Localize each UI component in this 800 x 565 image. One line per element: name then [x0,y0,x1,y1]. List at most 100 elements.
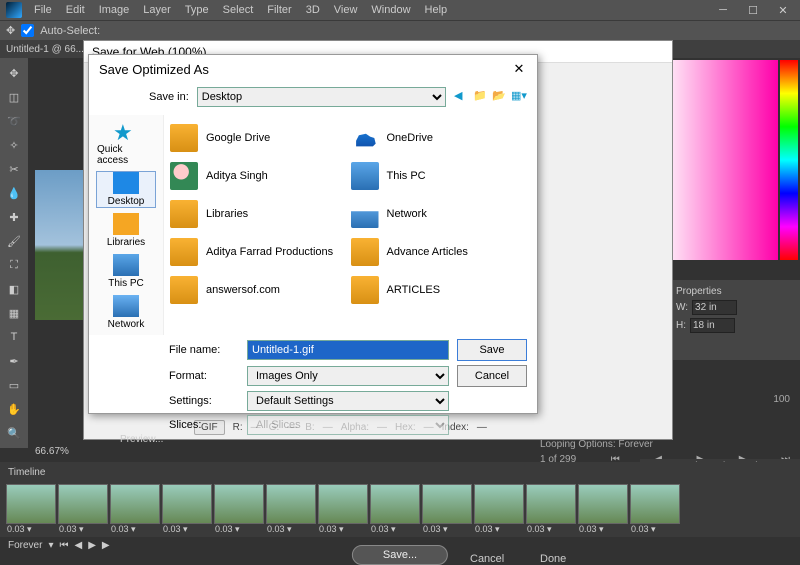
menu-type[interactable]: Type [179,2,215,18]
up-icon[interactable]: 📁 [473,89,489,105]
pen-tool[interactable]: ✒ [0,350,28,372]
menu-filter[interactable]: Filter [261,2,297,18]
timeline-frame[interactable]: 0.03 ▾ [162,484,212,524]
frame-time[interactable]: 0.03 ▾ [371,524,396,535]
eyedropper-tool[interactable]: 💧 [0,182,28,204]
menu-select[interactable]: Select [217,2,260,18]
file-item[interactable]: This PC [351,157,532,195]
minimize-button[interactable]: ─ [708,0,738,20]
tl-prev-icon[interactable]: ◀ [74,540,82,551]
frame-time[interactable]: 0.03 ▾ [631,524,656,535]
cancel-button[interactable]: Cancel [457,365,527,387]
timeline-frame[interactable]: 0.03 ▾ [214,484,264,524]
file-item[interactable]: Aditya Singh [170,157,351,195]
menu-view[interactable]: View [328,2,364,18]
newfolder-icon[interactable]: 📂 [492,89,508,105]
zoom-tool[interactable]: 🔍 [0,422,28,444]
hand-tool[interactable]: ✋ [0,398,28,420]
frame-time[interactable]: 0.03 ▾ [59,524,84,535]
frame-time[interactable]: 0.03 ▾ [7,524,32,535]
filename-input[interactable] [247,340,449,360]
marquee-tool[interactable]: ◫ [0,86,28,108]
format-select[interactable]: Images Only [247,366,449,386]
zoom-level[interactable]: 66.67% [35,446,69,457]
move-tool[interactable]: ✥ [0,62,28,84]
tl-next-icon[interactable]: ▶ [102,540,110,551]
save-button[interactable]: Save [457,339,527,361]
file-item[interactable]: Libraries [170,195,351,233]
savein-select[interactable]: Desktop [197,87,446,107]
menu-help[interactable]: Help [419,2,454,18]
file-item[interactable]: answersof.com [170,271,351,309]
frame-time[interactable]: 0.03 ▾ [475,524,500,535]
menu-file[interactable]: File [28,2,58,18]
color-picker[interactable] [658,60,778,260]
close-button[interactable]: ✕ [768,0,798,20]
autoselect-check[interactable] [21,24,34,37]
dialog-close-button[interactable]: ✕ [511,61,527,77]
stamp-tool[interactable]: ⛶ [0,254,28,276]
file-list[interactable]: Google DriveOneDriveAditya SinghThis PCL… [164,115,537,335]
place-thispc[interactable]: This PC [96,253,156,290]
width-input[interactable] [692,300,737,315]
heal-tool[interactable]: ✚ [0,206,28,228]
tl-play-icon[interactable]: ▶ [88,540,96,551]
menu-edit[interactable]: Edit [60,2,91,18]
hue-slider[interactable] [780,60,798,260]
menu-image[interactable]: Image [93,2,136,18]
place-network[interactable]: Network [96,294,156,331]
timeline-frame[interactable]: 0.03 ▾ [422,484,472,524]
timeline-frame[interactable]: 0.03 ▾ [474,484,524,524]
maximize-button[interactable]: ☐ [738,0,768,20]
frame-time[interactable]: 0.03 ▾ [267,524,292,535]
back-icon[interactable]: ◀ [454,89,470,105]
sfw-cancel-button[interactable]: Cancel [470,553,504,565]
timeline-frame[interactable]: 0.03 ▾ [58,484,108,524]
menu-window[interactable]: Window [365,2,416,18]
lasso-tool[interactable]: ➰ [0,110,28,132]
timeline-frame[interactable]: 0.03 ▾ [578,484,628,524]
wand-tool[interactable]: ✧ [0,134,28,156]
file-item[interactable]: Aditya Farrad Productions [170,233,351,271]
height-input[interactable] [690,318,735,333]
menu-3d[interactable]: 3D [300,2,326,18]
timeline-frame[interactable]: 0.03 ▾ [630,484,680,524]
file-item[interactable]: ARTICLES [351,271,532,309]
crop-tool[interactable]: ✂ [0,158,28,180]
timeline-frame[interactable]: 0.03 ▾ [318,484,368,524]
gradient-tool[interactable]: ▦ [0,302,28,324]
menu-layer[interactable]: Layer [137,2,177,18]
move-tool-icon[interactable]: ✥ [6,24,15,37]
type-tool[interactable]: T [0,326,28,348]
file-item[interactable]: OneDrive [351,119,532,157]
frame-time[interactable]: 0.03 ▾ [423,524,448,535]
frame-time[interactable]: 0.03 ▾ [527,524,552,535]
timeline-frame[interactable]: 0.03 ▾ [266,484,316,524]
sfw-done-button[interactable]: Done [540,553,566,565]
timeline-frame[interactable]: 0.03 ▾ [370,484,420,524]
tl-first-icon[interactable]: ⏮ [59,540,68,551]
place-desktop[interactable]: Desktop [96,171,156,208]
timeline-tab[interactable]: Timeline [8,467,45,478]
file-item[interactable]: Advance Articles [351,233,532,271]
place-libraries[interactable]: Libraries [96,212,156,249]
brush-tool[interactable]: 🖌 [0,230,28,252]
frame-strip[interactable]: 0.03 ▾0.03 ▾0.03 ▾0.03 ▾0.03 ▾0.03 ▾0.03… [0,482,800,526]
frame-time[interactable]: 0.03 ▾ [319,524,344,535]
timeline-frame[interactable]: 0.03 ▾ [526,484,576,524]
loop-select[interactable]: Forever [8,540,42,551]
frame-time[interactable]: 0.03 ▾ [215,524,240,535]
settings-select[interactable]: Default Settings [247,391,449,411]
frame-time[interactable]: 0.03 ▾ [163,524,188,535]
file-item[interactable]: Google Drive [170,119,351,157]
place-quickaccess[interactable]: ★Quick access [96,119,156,167]
viewmenu-icon[interactable]: ▦▾ [511,89,527,105]
file-item[interactable]: Network [351,195,532,233]
frame-time[interactable]: 0.03 ▾ [579,524,604,535]
eraser-tool[interactable]: ◧ [0,278,28,300]
frame-time[interactable]: 0.03 ▾ [111,524,136,535]
timeline-frame[interactable]: 0.03 ▾ [6,484,56,524]
properties-tab[interactable]: Properties [676,286,794,297]
shape-tool[interactable]: ▭ [0,374,28,396]
timeline-frame[interactable]: 0.03 ▾ [110,484,160,524]
